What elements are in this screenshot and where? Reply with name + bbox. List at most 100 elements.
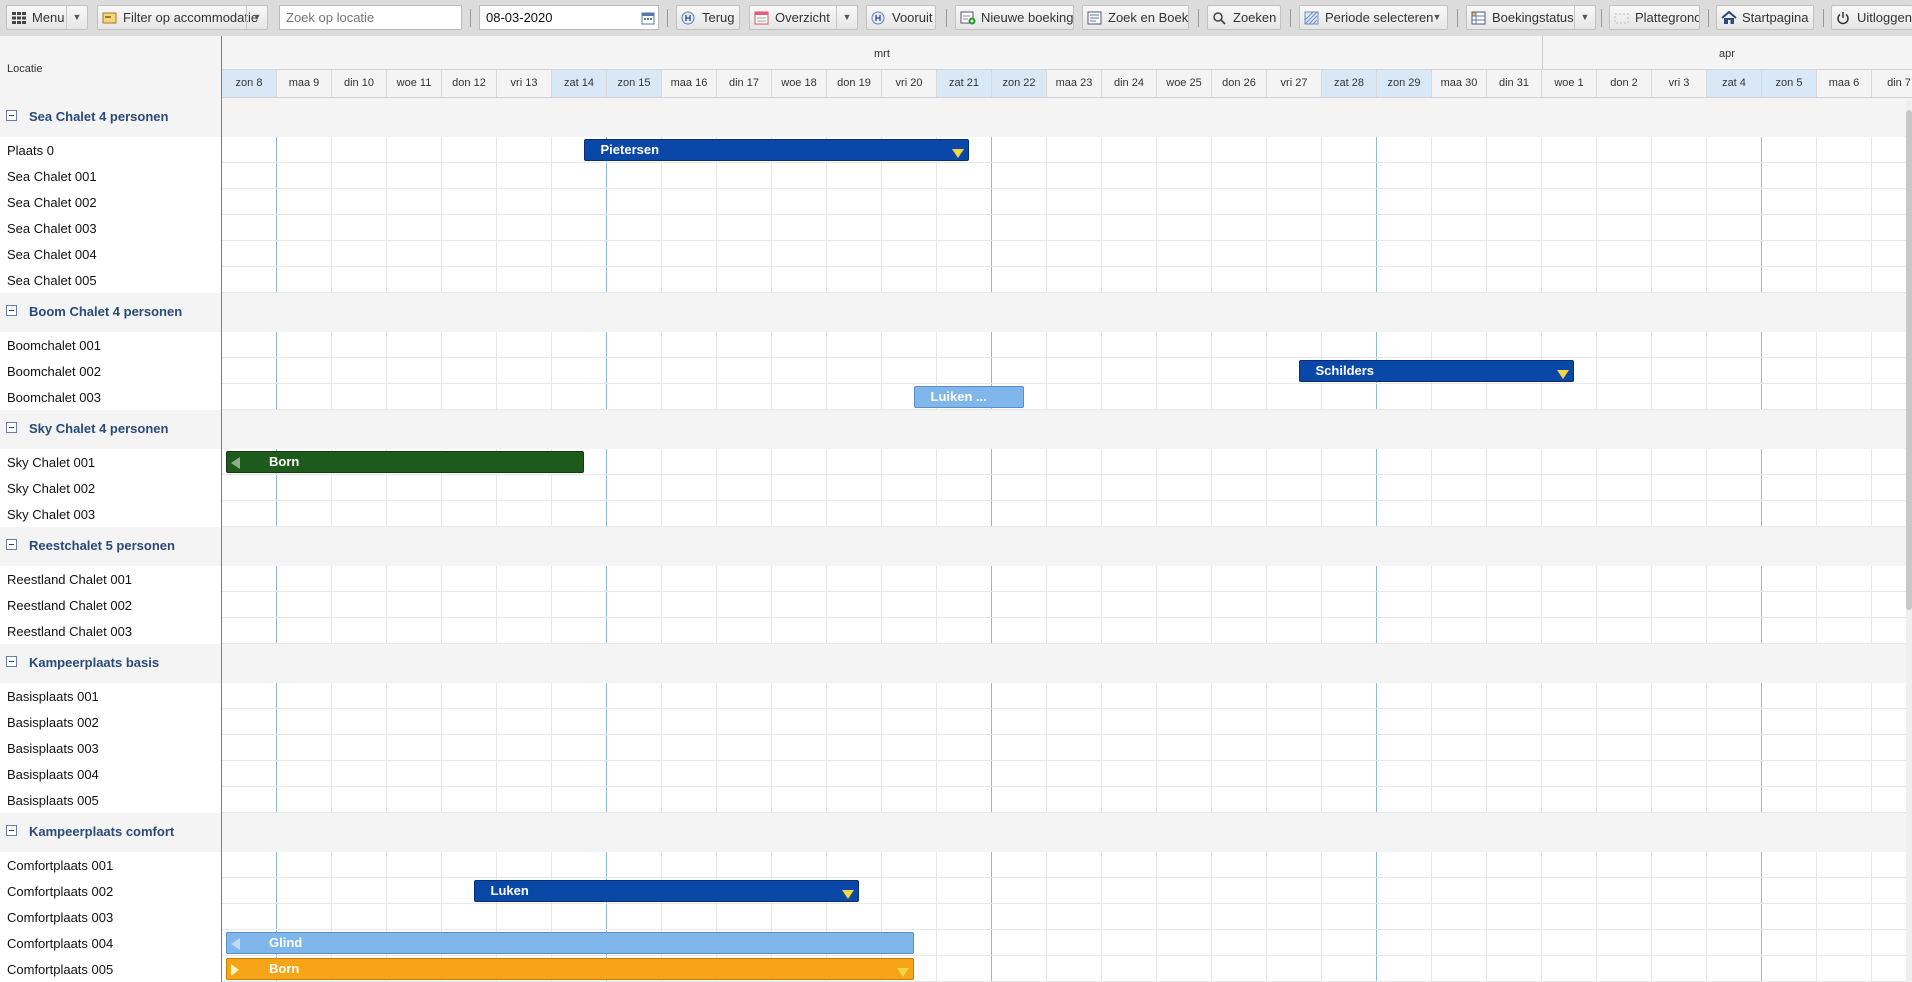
chevron-down-icon[interactable]: ▼ [1427,6,1447,29]
location-row[interactable]: Comfortplaats 004 [0,930,221,956]
vertical-scrollbar[interactable] [1906,100,1912,982]
location-row[interactable]: Comfortplaats 005 [0,956,221,982]
location-row[interactable]: Sky Chalet 002 [0,475,221,501]
forward-button[interactable]: Vooruit [866,5,936,30]
day-header-cell[interactable]: don 26 [1212,70,1267,97]
booking-bar[interactable]: Schilders [1298,360,1574,382]
day-header-cell[interactable]: maa 23 [1047,70,1102,97]
day-header-cell[interactable]: vri 20 [882,70,937,97]
booking-bar[interactable]: Pietersen [583,139,969,161]
day-header-cell[interactable]: vri 27 [1267,70,1322,97]
location-row[interactable]: Boomchalet 003 [0,384,221,410]
day-header-cell[interactable]: zon 8 [222,70,277,97]
home-button[interactable]: Startpagina [1716,5,1814,30]
day-header-cell[interactable]: maa 16 [662,70,717,97]
search-button[interactable]: Zoeken [1207,5,1281,30]
location-row[interactable]: Sky Chalet 003 [0,501,221,527]
booking-bar[interactable]: Luiken ... [913,386,1024,408]
day-header-cell[interactable]: zon 15 [607,70,662,97]
group-header[interactable]: Kampeerplaats comfort [0,813,221,852]
back-button[interactable]: Terug [676,5,740,30]
chevron-down-icon[interactable]: ▼ [246,6,267,29]
day-header-cell[interactable]: zon 5 [1762,70,1817,97]
day-header-cell[interactable]: zon 29 [1377,70,1432,97]
collapse-icon[interactable] [6,825,17,836]
booking-bar[interactable]: Luken [473,880,859,902]
chevron-down-icon[interactable]: ▼ [1574,6,1595,29]
day-header-cell[interactable]: din 7 [1872,70,1912,97]
collapse-icon[interactable] [6,539,17,550]
location-row[interactable]: Sea Chalet 004 [0,241,221,267]
group-header[interactable]: Boom Chalet 4 personen [0,293,221,332]
day-header-cell[interactable]: zat 21 [937,70,992,97]
day-header-cell[interactable]: don 12 [442,70,497,97]
day-header-cell[interactable]: woe 18 [772,70,827,97]
day-header-cell[interactable]: maa 6 [1817,70,1872,97]
day-header-cell[interactable]: maa 9 [277,70,332,97]
location-row[interactable]: Sea Chalet 005 [0,267,221,293]
location-row[interactable]: Boomchalet 001 [0,332,221,358]
overview-button[interactable]: Overzicht ▼ [749,5,858,30]
logout-button[interactable]: Uitloggen [1831,5,1912,30]
booking-bar[interactable]: Born [226,958,914,980]
new-booking-button[interactable]: Nieuwe boeking [955,5,1074,30]
chevron-down-icon[interactable]: ▼ [66,6,87,29]
collapse-icon[interactable] [6,110,17,121]
location-row[interactable]: Basisplaats 001 [0,683,221,709]
search-and-book-button[interactable]: Zoek en Boek [1082,5,1189,30]
location-row[interactable]: Plaats 0 [0,137,221,163]
location-row[interactable]: Reestland Chalet 003 [0,618,221,644]
day-header-cell[interactable]: don 2 [1597,70,1652,97]
booking-status-button[interactable]: Boekingstatus ▼ [1466,5,1596,30]
location-row[interactable]: Comfortplaats 002 [0,878,221,904]
day-header-cell[interactable]: vri 13 [497,70,552,97]
date-input[interactable]: 08-03-2020 [479,5,659,30]
booking-bar[interactable]: Glind [226,932,914,954]
menu-button[interactable]: Menu ▼ [6,5,88,30]
group-header[interactable]: Sea Chalet 4 personen [0,98,221,137]
group-header[interactable]: Kampeerplaats basis [0,644,221,683]
scrollbar-thumb[interactable] [1906,110,1912,610]
location-row[interactable]: Comfortplaats 001 [0,852,221,878]
location-row[interactable]: Sea Chalet 003 [0,215,221,241]
filter-accommodation-button[interactable]: Filter op accommodatie ▼ [97,5,268,30]
location-row[interactable]: Sea Chalet 002 [0,189,221,215]
day-header-cell[interactable]: zon 22 [992,70,1047,97]
day-header-cell[interactable]: zat 14 [552,70,607,97]
day-header-cell[interactable]: don 19 [827,70,882,97]
day-header-cell[interactable]: zat 4 [1707,70,1762,97]
collapse-icon[interactable] [6,305,17,316]
select-period-button[interactable]: Periode selecteren ▼ [1299,5,1448,30]
dropdown-triangle-icon[interactable] [896,968,909,977]
day-header-cell[interactable]: woe 25 [1157,70,1212,97]
day-header-cell[interactable]: din 10 [332,70,387,97]
day-header-cell[interactable]: din 31 [1487,70,1542,97]
booking-bar[interactable]: Born [226,451,584,473]
collapse-icon[interactable] [6,656,17,667]
collapse-icon[interactable] [6,422,17,433]
day-header-cell[interactable]: din 17 [717,70,772,97]
location-row[interactable]: Reestland Chalet 002 [0,592,221,618]
location-row[interactable]: Basisplaats 002 [0,709,221,735]
day-header-cell[interactable]: woe 1 [1542,70,1597,97]
chevron-down-icon[interactable]: ▼ [836,6,857,29]
location-row[interactable]: Reestland Chalet 001 [0,566,221,592]
group-header[interactable]: Reestchalet 5 personen [0,527,221,566]
day-header-cell[interactable]: zat 28 [1322,70,1377,97]
day-header-cell[interactable]: vri 3 [1652,70,1707,97]
day-header-cell[interactable]: woe 11 [387,70,442,97]
dropdown-triangle-icon[interactable] [951,149,964,158]
day-header-cell[interactable]: maa 30 [1432,70,1487,97]
location-row[interactable]: Basisplaats 003 [0,735,221,761]
location-row[interactable]: Sky Chalet 001 [0,449,221,475]
location-row[interactable]: Sea Chalet 001 [0,163,221,189]
dropdown-triangle-icon[interactable] [841,890,854,899]
group-header[interactable]: Sky Chalet 4 personen [0,410,221,449]
day-header-cell[interactable]: din 24 [1102,70,1157,97]
location-row[interactable]: Basisplaats 005 [0,787,221,813]
location-row[interactable]: Boomchalet 002 [0,358,221,384]
calendar-icon[interactable] [641,11,655,28]
floor-plan-button[interactable]: Plattegrond [1609,5,1700,30]
location-row[interactable]: Comfortplaats 003 [0,904,221,930]
dropdown-triangle-icon[interactable] [1556,370,1569,379]
